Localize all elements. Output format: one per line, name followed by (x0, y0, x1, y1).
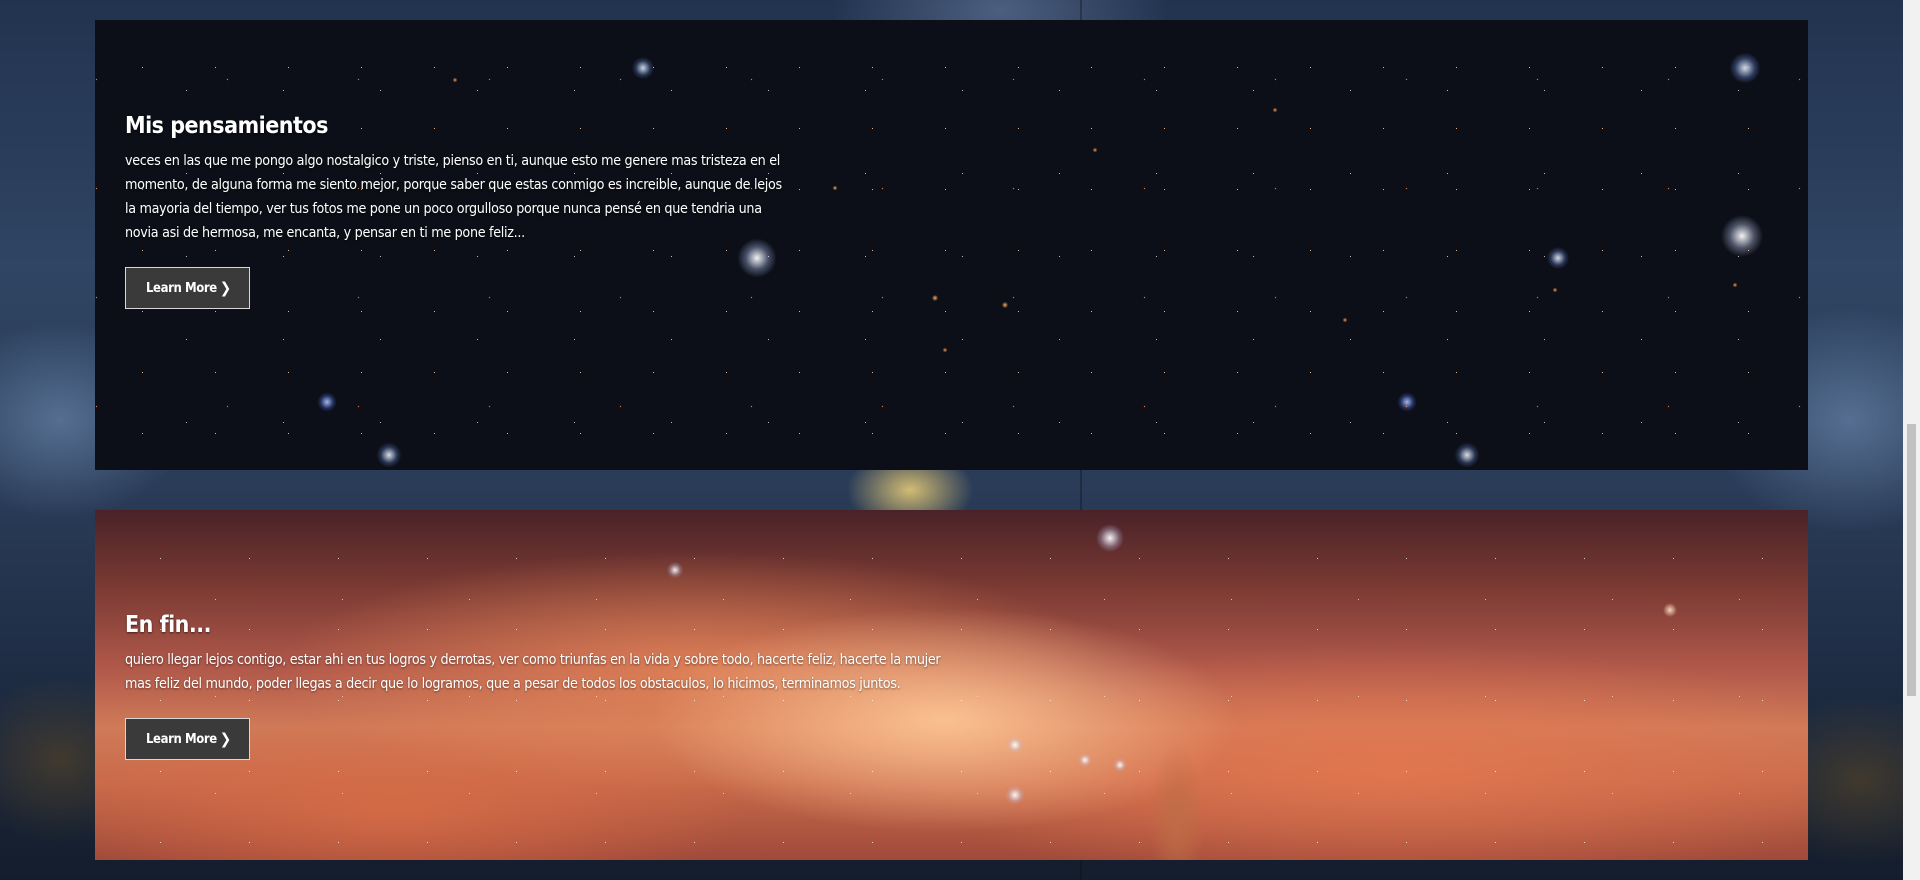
section-content: En fin... quiero llegar lejos contigo, e… (125, 612, 965, 760)
learn-more-button[interactable]: Learn More ❯ (125, 718, 250, 760)
section-body: veces en las que me pongo algo nostalgic… (125, 153, 782, 241)
learn-more-label: Learn More (146, 280, 217, 296)
chevron-right-icon: ❯ (219, 729, 231, 748)
section-title: En fin... (125, 612, 211, 638)
learn-more-label: Learn More (146, 731, 217, 747)
section-content: Mis pensamientos veces en las que me pon… (125, 113, 785, 309)
vertical-scrollbar[interactable] (1903, 0, 1920, 880)
section-mis-pensamientos: Mis pensamientos veces en las que me pon… (95, 20, 1808, 470)
section-title: Mis pensamientos (125, 113, 328, 139)
chevron-right-icon: ❯ (219, 278, 231, 297)
section-body: quiero llegar lejos contigo, estar ahi e… (125, 652, 941, 692)
section-en-fin: En fin... quiero llegar lejos contigo, e… (95, 510, 1808, 860)
scrollbar-thumb[interactable] (1907, 424, 1916, 696)
learn-more-button[interactable]: Learn More ❯ (125, 267, 250, 309)
